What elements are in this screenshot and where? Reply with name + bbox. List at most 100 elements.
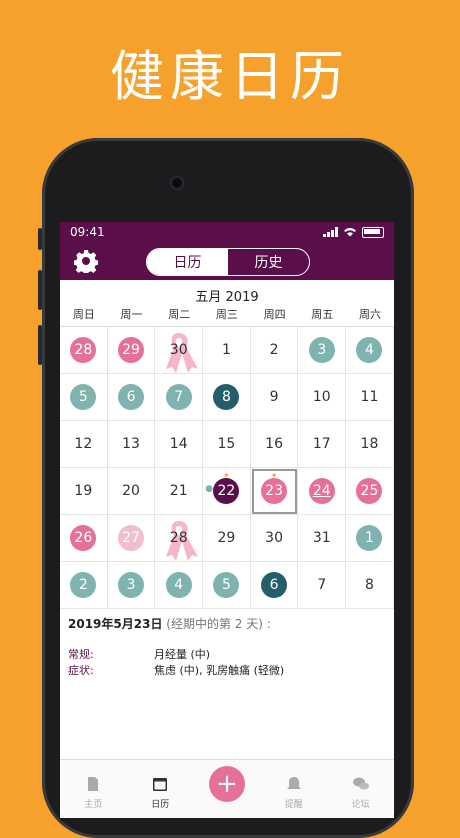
weekday-label: 周日: [72, 308, 95, 321]
tab-add[interactable]: +: [194, 760, 261, 818]
tab-calendar-segment[interactable]: 日历: [147, 249, 228, 275]
day-number: 22: [213, 478, 240, 504]
calendar-day-cell[interactable]: 3: [298, 327, 347, 374]
calendar-day-cell[interactable]: 18: [346, 421, 394, 468]
tab-forum[interactable]: 论坛: [327, 760, 394, 818]
day-number: 6: [118, 384, 145, 410]
symptom-label: 症状:: [68, 664, 94, 677]
view-segmented-control: 日历 历史: [146, 248, 310, 276]
wifi-icon: [344, 228, 356, 237]
day-number: 15: [217, 436, 236, 452]
calendar-day-cell[interactable]: 31: [298, 515, 347, 562]
calendar-day-cell[interactable]: 11: [346, 374, 394, 421]
day-number: 29: [118, 337, 145, 363]
day-number: 27: [118, 525, 145, 551]
day-number: 23: [261, 478, 288, 504]
calendar-day-cell[interactable]: 6: [107, 374, 156, 421]
settings-gear-icon[interactable]: [74, 249, 98, 273]
calendar-day-cell[interactable]: 15: [203, 421, 251, 468]
calendar-day-cell[interactable]: 10: [298, 374, 347, 421]
day-number: 1: [356, 525, 383, 551]
day-number: 3: [308, 337, 335, 363]
calendar-day-cell[interactable]: 17: [298, 421, 347, 468]
calendar-day-cell[interactable]: 13: [107, 421, 156, 468]
calendar-day-cell[interactable]: 29: [107, 327, 156, 374]
day-number: 13: [122, 436, 140, 452]
phone-side-button: [38, 325, 42, 365]
calendar-day-cell[interactable]: 5: [60, 374, 108, 421]
calendar-day-cell[interactable]: 27: [107, 515, 156, 562]
day-number: 18: [360, 436, 379, 452]
calendar-day-cell[interactable]: ✦ ● 22: [203, 468, 251, 515]
day-number: 31: [312, 530, 331, 546]
tab-reminder-label: 提醒: [284, 800, 303, 810]
calendar-day-cell[interactable]: 9: [250, 374, 299, 421]
calendar-day-cell[interactable]: 25: [346, 468, 394, 515]
weekday-header: 周日 周一 周二 周三 周四 周五 周六: [60, 306, 394, 322]
day-number: 2: [269, 342, 279, 358]
day-number: 6: [261, 572, 288, 598]
tab-home-label: 主页: [84, 800, 103, 810]
calendar-day-cell[interactable]: 6: [250, 562, 299, 609]
day-number: 30: [265, 530, 283, 546]
calendar-day-cell[interactable]: 26: [60, 515, 108, 562]
phone-side-button: [38, 228, 42, 250]
day-number: 16: [265, 436, 283, 452]
tab-bar: 主页 日历 + 提醒 论坛: [60, 759, 394, 818]
nav-bar: 日历 历史: [60, 242, 394, 280]
day-number: 28: [169, 530, 188, 546]
day-number: 2: [70, 572, 97, 598]
day-number: 26: [70, 525, 97, 551]
calendar-day-cell[interactable]: 3: [107, 562, 156, 609]
add-button[interactable]: +: [208, 766, 245, 802]
calendar-day-cell[interactable]: 24: [298, 468, 347, 515]
calendar-day-cell[interactable]: 8: [346, 562, 394, 609]
calendar-day-cell[interactable]: 30: [155, 327, 204, 374]
day-number: 19: [74, 483, 93, 499]
general-label: 常规:: [68, 648, 94, 661]
symptom-value: 焦虑 (中), 乳房触痛 (轻微): [154, 664, 285, 677]
weekday-label: 周二: [168, 308, 191, 321]
tab-forum-label: 论坛: [351, 800, 370, 810]
month-title: 五月 2019: [195, 290, 259, 305]
calendar-day-cell[interactable]: 21: [155, 468, 204, 515]
signal-icon: [323, 227, 338, 237]
tab-history-segment[interactable]: 历史: [228, 249, 309, 275]
calendar-day-cell[interactable]: 4: [346, 327, 394, 374]
calendar-day-cell[interactable]: 29: [203, 515, 251, 562]
calendar-day-cell[interactable]: 20: [107, 468, 156, 515]
tab-reminder[interactable]: 提醒: [260, 760, 327, 818]
calendar-day-cell[interactable]: 14: [155, 421, 204, 468]
calendar-day-cell[interactable]: 5: [203, 562, 251, 609]
weekday-label: 周四: [263, 308, 286, 321]
calendar-day-cell[interactable]: 19: [60, 468, 108, 515]
calendar-day-cell[interactable]: 4: [155, 562, 204, 609]
calendar-day-cell[interactable]: 7: [155, 374, 204, 421]
weekday-label: 周五: [311, 308, 334, 321]
calendar-day-cell[interactable]: 16: [250, 421, 299, 468]
weekday-label: 周六: [358, 308, 381, 321]
home-document-icon: [88, 777, 99, 791]
calendar-day-cell[interactable]: 30: [250, 515, 299, 562]
calendar-day-cell[interactable]: 8: [203, 374, 251, 421]
day-number: 17: [312, 436, 331, 452]
calendar-day-cell[interactable]: 2: [250, 327, 299, 374]
calendar-day-cell[interactable]: 28: [155, 515, 204, 562]
calendar-day-cell[interactable]: 2: [60, 562, 108, 609]
calendar-day-cell[interactable]: 7: [298, 562, 347, 609]
calendar-day-cell[interactable]: ✦ 23: [250, 468, 299, 515]
weekday-label: 周三: [215, 308, 238, 321]
day-number: 8: [365, 577, 374, 593]
day-number: 7: [317, 577, 327, 593]
calendar-day-cell[interactable]: 1: [346, 515, 394, 562]
calendar-day-cell[interactable]: 1: [203, 327, 251, 374]
tab-calendar[interactable]: 日历: [127, 760, 194, 818]
tab-home[interactable]: 主页: [60, 760, 127, 818]
camera-icon: [170, 176, 184, 190]
day-number: 4: [356, 337, 383, 363]
tab-calendar-label: 日历: [151, 800, 170, 810]
calendar-day-cell[interactable]: 28: [60, 327, 108, 374]
day-number: 5: [70, 384, 97, 410]
calendar-day-cell[interactable]: 12: [60, 421, 108, 468]
day-number: 8: [213, 384, 240, 410]
